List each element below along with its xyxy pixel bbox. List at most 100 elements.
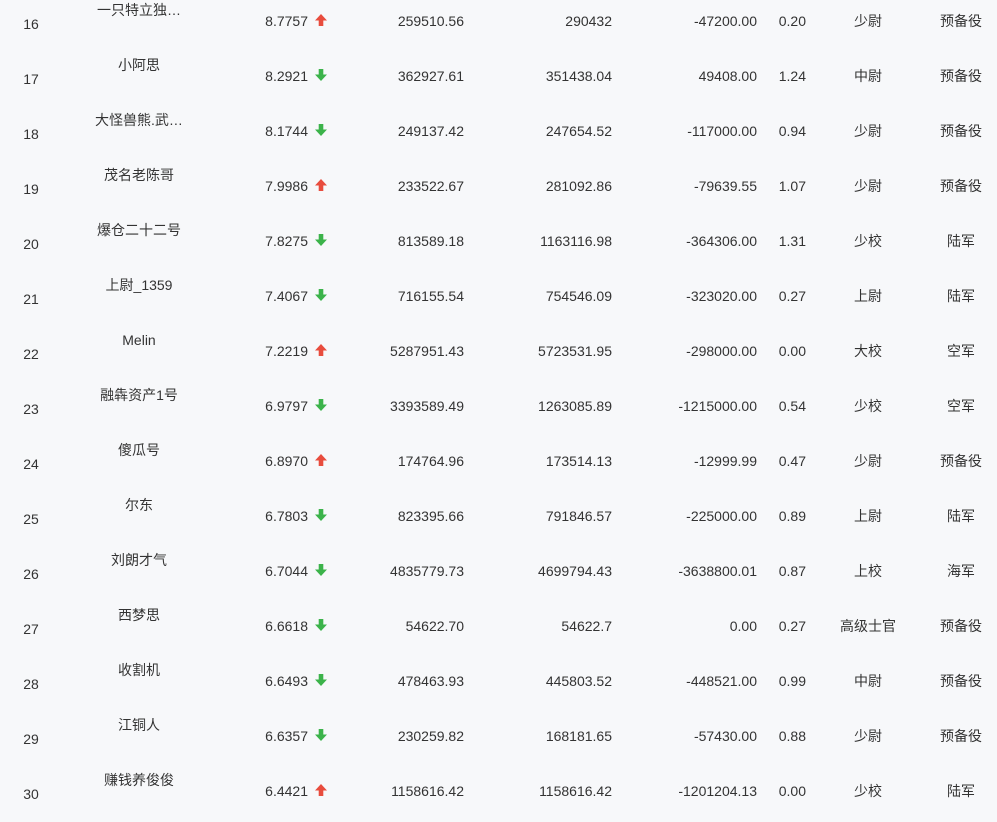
account-name-link[interactable]: 茂名老陈哥 <box>80 148 198 203</box>
value-2-cell: 247654.52 <box>545 123 612 139</box>
account-name-link[interactable]: Melin <box>80 313 198 368</box>
trend-cell <box>314 434 330 489</box>
military-rank-cell: 少尉 <box>854 453 882 469</box>
value-3-cell: 0.00 <box>729 618 757 634</box>
branch-cell: 海军 <box>947 563 975 579</box>
rank-cell: 21 <box>23 291 39 307</box>
arrow-down-icon <box>315 509 327 522</box>
value-1-cell: 233522.67 <box>397 178 464 194</box>
account-name-link[interactable]: 一只特立独… <box>80 0 198 38</box>
score-cell: 7.4067 <box>265 288 308 304</box>
account-name-link[interactable]: 小阿思 <box>80 38 198 93</box>
value-2-cell: 1158616.42 <box>539 783 612 799</box>
account-name-link[interactable]: 上尉_1359 <box>80 258 198 313</box>
account-name-link[interactable]: 傻瓜号 <box>80 423 198 478</box>
score-cell: 6.4421 <box>265 783 308 799</box>
score-cell: 6.7803 <box>265 508 308 524</box>
value-3-cell: -448521.00 <box>686 673 757 689</box>
value-2-cell: 351438.04 <box>545 68 612 84</box>
branch-cell: 预备役 <box>940 453 982 469</box>
score-cell: 6.8970 <box>265 453 308 469</box>
value-1-cell: 3393589.49 <box>390 398 464 414</box>
arrow-down-icon <box>315 564 327 577</box>
value-3-cell: -79639.55 <box>693 178 757 194</box>
account-name-link[interactable]: 刘朗才气 <box>80 533 198 588</box>
value-2-cell: 168181.65 <box>545 728 612 744</box>
arrow-down-icon <box>315 69 327 82</box>
ratio-cell: 0.47 <box>778 453 806 469</box>
account-name-link[interactable]: 融犇资产1号 <box>80 368 198 423</box>
military-rank-cell: 中尉 <box>854 68 882 84</box>
value-1-cell: 478463.93 <box>397 673 464 689</box>
score-cell: 6.7044 <box>265 563 308 579</box>
score-cell: 8.2921 <box>265 68 308 84</box>
branch-cell: 预备役 <box>940 123 982 139</box>
arrow-up-icon <box>315 784 327 797</box>
value-1-cell: 259510.56 <box>397 13 464 29</box>
trend-cell <box>314 49 330 104</box>
ratio-cell: 1.31 <box>778 233 806 249</box>
account-name-link[interactable]: 大怪兽熊.武… <box>80 93 198 148</box>
arrow-down-icon <box>315 289 327 302</box>
rank-cell: 23 <box>23 401 39 417</box>
branch-cell: 陆军 <box>947 288 975 304</box>
ratio-cell: 0.00 <box>778 343 806 359</box>
value-2-cell: 791846.57 <box>545 508 612 524</box>
account-name-link[interactable]: 爆仓二十二号 <box>80 203 198 258</box>
value-1-cell: 1158616.42 <box>391 783 464 799</box>
branch-cell: 预备役 <box>940 13 982 29</box>
value-3-cell: -364306.00 <box>686 233 757 249</box>
score-cell: 7.8275 <box>265 233 308 249</box>
arrow-down-icon <box>315 234 327 247</box>
trend-cell <box>314 104 330 159</box>
trend-cell <box>314 324 330 379</box>
score-cell: 7.2219 <box>265 343 308 359</box>
branch-cell: 预备役 <box>940 178 982 194</box>
rank-cell: 24 <box>23 456 39 472</box>
branch-cell: 预备役 <box>940 673 982 689</box>
value-1-cell: 4835779.73 <box>390 563 464 579</box>
account-name-link[interactable]: 尔东 <box>80 478 198 533</box>
ratio-cell: 1.07 <box>778 178 806 194</box>
rank-cell: 19 <box>23 181 39 197</box>
military-rank-cell: 少尉 <box>854 13 882 29</box>
value-3-cell: -1201204.13 <box>678 783 757 799</box>
military-rank-cell: 少尉 <box>854 728 882 744</box>
military-rank-cell: 上校 <box>854 563 882 579</box>
trend-cell <box>314 489 330 544</box>
arrow-down-icon <box>315 674 327 687</box>
value-2-cell: 54622.7 <box>561 618 612 634</box>
military-rank-cell: 少校 <box>854 398 882 414</box>
branch-cell: 预备役 <box>940 618 982 634</box>
account-name-link[interactable]: 江铜人 <box>80 698 198 753</box>
trend-cell <box>314 654 330 709</box>
rank-cell: 28 <box>23 676 39 692</box>
military-rank-cell: 上尉 <box>854 288 882 304</box>
value-1-cell: 230259.82 <box>397 728 464 744</box>
trend-cell <box>314 599 330 654</box>
military-rank-cell: 少校 <box>854 233 882 249</box>
score-cell: 8.1744 <box>265 123 308 139</box>
account-name-link[interactable]: 收割机 <box>80 643 198 698</box>
ratio-cell: 0.20 <box>778 13 806 29</box>
account-name-link[interactable]: 赚钱养俊俊 <box>80 753 198 808</box>
value-2-cell: 281092.86 <box>545 178 612 194</box>
arrow-down-icon <box>315 729 327 742</box>
rank-cell: 29 <box>23 731 39 747</box>
value-1-cell: 174764.96 <box>397 453 464 469</box>
ratio-cell: 0.87 <box>778 563 806 579</box>
trend-cell <box>314 544 330 599</box>
trend-cell <box>314 764 330 819</box>
value-2-cell: 1263085.89 <box>538 398 612 414</box>
value-2-cell: 173514.13 <box>545 453 612 469</box>
ratio-cell: 0.89 <box>778 508 806 524</box>
ratio-cell: 0.27 <box>778 288 806 304</box>
value-1-cell: 823395.66 <box>397 508 464 524</box>
account-name-link[interactable]: 西梦思 <box>80 588 198 643</box>
ratio-cell: 1.24 <box>778 68 806 84</box>
value-2-cell: 5723531.95 <box>538 343 612 359</box>
branch-cell: 陆军 <box>947 233 975 249</box>
arrow-up-icon <box>315 14 327 27</box>
branch-cell: 预备役 <box>940 68 982 84</box>
table-row[interactable]: 30 赚钱养俊俊 6.4421 1158616.42 1158616.42 -1… <box>0 764 997 819</box>
